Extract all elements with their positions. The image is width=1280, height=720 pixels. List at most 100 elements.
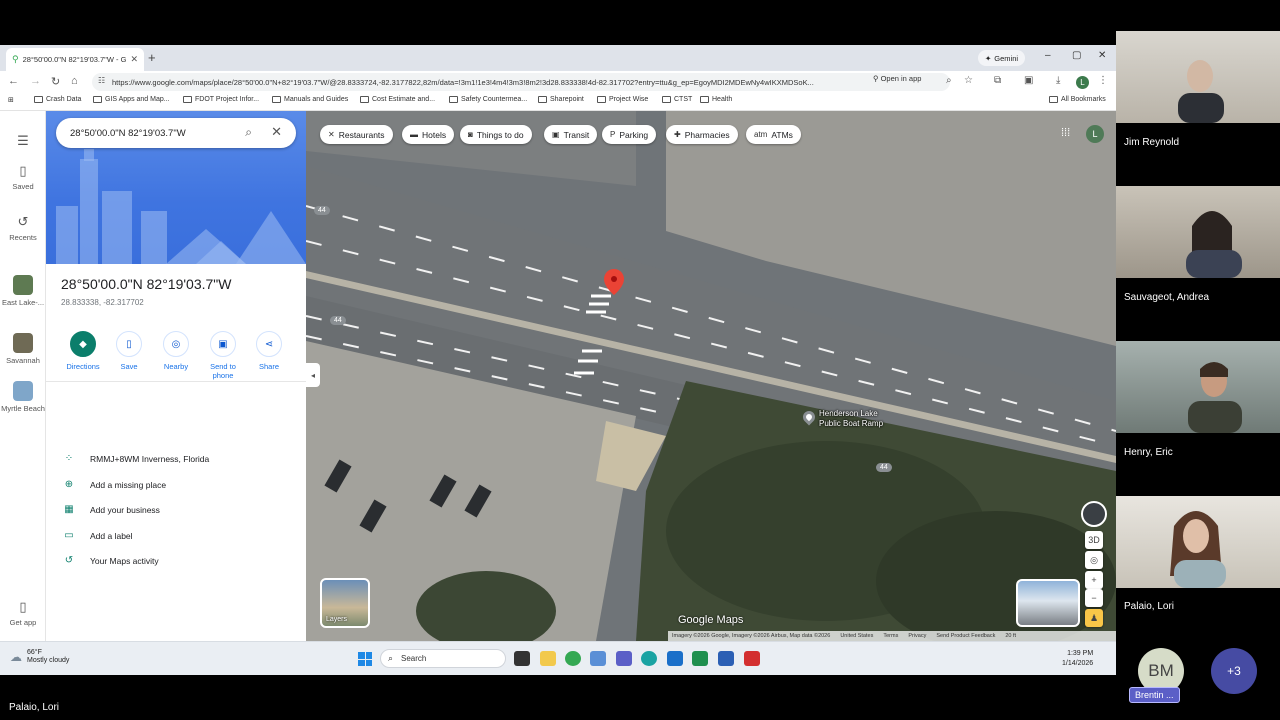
new-tab-button[interactable]: + xyxy=(148,50,156,65)
participant-video[interactable] xyxy=(1116,341,1280,433)
zoom-icon[interactable]: ⌕ xyxy=(946,75,952,86)
reload-icon[interactable]: ↻ xyxy=(51,75,60,88)
feedback-link[interactable]: Send Product Feedback xyxy=(936,633,995,639)
taskbar-search[interactable]: ⌕ Search xyxy=(380,649,506,668)
chip-pharmacies[interactable]: ✚ Pharmacies xyxy=(666,125,738,144)
star-icon[interactable]: ☆ xyxy=(964,75,973,86)
close-window-icon[interactable]: ✕ xyxy=(1098,50,1106,61)
participant-video[interactable] xyxy=(1116,31,1280,123)
chip-things-to-do[interactable]: ◙ Things to do xyxy=(460,125,532,144)
add-missing-place-row[interactable]: ⊕ Add a missing place xyxy=(62,479,166,490)
participant-video[interactable] xyxy=(1116,496,1280,588)
gemini-button[interactable]: ✦ Gemini xyxy=(978,50,1026,66)
info-text: Add your business xyxy=(90,504,160,515)
bookmarks-bar: ⊞ Crash Data GIS Apps and Map... FDOT Pr… xyxy=(0,93,1116,111)
bookmark-item[interactable]: Health xyxy=(700,96,732,103)
poi-label[interactable]: Henderson Lake Public Boat Ramp xyxy=(819,409,883,428)
outlook-icon[interactable] xyxy=(667,651,683,666)
account-avatar[interactable]: L xyxy=(1086,125,1104,143)
menu-dots-icon[interactable]: ⋮ xyxy=(1098,75,1108,86)
3d-toggle-button[interactable]: 3D xyxy=(1085,531,1103,549)
bookmark-item[interactable]: Crash Data xyxy=(34,96,81,103)
compass-icon[interactable] xyxy=(1081,501,1107,527)
bookmark-item[interactable]: Sharepoint xyxy=(538,96,584,103)
recents-button[interactable]: ↺ Recents xyxy=(0,214,46,242)
forward-icon[interactable]: → xyxy=(30,75,41,87)
pegman-icon[interactable]: ♟ xyxy=(1085,609,1103,627)
layers-button[interactable]: Layers xyxy=(320,578,370,628)
terms-link[interactable]: Terms xyxy=(883,633,898,639)
get-app-button[interactable]: ▯ Get app xyxy=(0,599,46,627)
bookmark-item[interactable]: Safety Countermea... xyxy=(449,96,527,103)
bookmark-item[interactable]: Project Wise xyxy=(597,96,648,103)
share-button[interactable]: ⋖ Share xyxy=(246,331,292,371)
menu-button[interactable]: ☰ xyxy=(0,133,46,152)
teams-icon[interactable] xyxy=(616,651,632,666)
home-icon[interactable]: ⌂ xyxy=(71,75,78,87)
street-view-thumbnail[interactable] xyxy=(1016,579,1080,627)
chip-label: Parking xyxy=(619,129,649,140)
maps-activity-row[interactable]: ↺ Your Maps activity xyxy=(62,555,159,566)
site-info-icon[interactable]: ☷ xyxy=(98,76,105,85)
saved-button[interactable]: ▯ Saved xyxy=(0,163,46,191)
chip-atms[interactable]: atm ATMs xyxy=(746,125,801,144)
chip-transit[interactable]: ▣ Transit xyxy=(544,125,598,144)
bookmark-item[interactable]: FDOT Project Infor... xyxy=(183,96,259,103)
system-clock[interactable]: 1:39 PM 1/14/2026 xyxy=(1062,649,1093,669)
nearby-button[interactable]: ◎ Nearby xyxy=(153,331,199,371)
chip-restaurants[interactable]: ✕ Restaurants xyxy=(320,125,393,144)
url-field[interactable]: ☷ https://www.google.com/maps/place/28°5… xyxy=(92,73,950,91)
weather-widget[interactable]: ☁ 66°F Mostly cloudy xyxy=(10,649,69,666)
snipping-tool-icon[interactable] xyxy=(590,651,606,666)
maximize-icon[interactable]: ▢ xyxy=(1072,50,1081,61)
chip-parking[interactable]: P Parking xyxy=(602,125,657,144)
file-explorer-icon[interactable] xyxy=(540,651,556,666)
chip-hotels[interactable]: ▬ Hotels xyxy=(402,125,455,144)
task-view-icon[interactable] xyxy=(514,651,530,666)
search-input[interactable]: 28°50'00.0"N 82°19'03.7"W ⌕ ✕ xyxy=(56,118,296,148)
bookmark-item[interactable]: GIS Apps and Map... xyxy=(93,96,170,103)
more-participants-button[interactable]: +3 xyxy=(1211,648,1257,694)
directions-button[interactable]: ◆ Directions xyxy=(60,331,106,371)
apps-grid-icon[interactable]: ⊞ xyxy=(8,96,14,104)
send-to-phone-button[interactable]: ▣ Send to phone xyxy=(200,331,246,380)
bookmark-item[interactable]: Cost Estimate and... xyxy=(360,96,435,103)
region-link[interactable]: United States xyxy=(840,633,873,639)
add-business-row[interactable]: ▦ Add your business xyxy=(62,504,160,515)
collapse-panel-button[interactable]: ◂ xyxy=(306,363,320,387)
bookmark-item[interactable]: CTST xyxy=(662,96,692,103)
bookmark-item[interactable]: Manuals and Guides xyxy=(272,96,348,103)
windows-start-icon[interactable] xyxy=(358,652,372,666)
recent-item[interactable]: Myrtle Beach xyxy=(0,381,46,413)
back-icon[interactable]: ← xyxy=(8,75,19,87)
minimize-icon[interactable]: – xyxy=(1045,50,1051,61)
edge-icon[interactable] xyxy=(641,651,657,666)
word-icon[interactable] xyxy=(718,651,734,666)
recent-item[interactable]: East Lake-... xyxy=(0,275,46,307)
google-apps-icon[interactable]: ⁞⁞⁞ xyxy=(1061,127,1070,139)
zoom-out-button[interactable]: − xyxy=(1085,589,1103,607)
my-location-icon[interactable]: ◎ xyxy=(1085,551,1103,569)
extensions-icon[interactable]: ⧉ xyxy=(994,75,1001,86)
acrobat-icon[interactable] xyxy=(744,651,760,666)
all-bookmarks[interactable]: All Bookmarks xyxy=(1049,96,1106,103)
participant-video[interactable] xyxy=(1116,186,1280,278)
add-label-row[interactable]: ▭ Add a label xyxy=(62,530,132,541)
save-button[interactable]: ▯ Save xyxy=(106,331,152,371)
browser-tab[interactable]: ⚲ 28°50'00.0"N 82°19'03.7"W - G ✕ xyxy=(6,48,144,71)
plus-code-row[interactable]: ⁘ RMMJ+8WM Inverness, Florida xyxy=(62,453,209,464)
close-icon[interactable]: ✕ xyxy=(271,124,282,140)
excel-icon[interactable] xyxy=(692,651,708,666)
recent-item[interactable]: Savannah xyxy=(0,333,46,365)
zoom-in-button[interactable]: + xyxy=(1085,571,1103,589)
privacy-link[interactable]: Privacy xyxy=(908,633,926,639)
close-tab-icon[interactable]: ✕ xyxy=(130,54,138,65)
split-view-icon[interactable]: ▣ xyxy=(1024,75,1033,86)
chrome-icon[interactable] xyxy=(565,651,581,666)
profile-avatar[interactable]: L xyxy=(1076,76,1089,89)
scale-label[interactable]: 20 ft xyxy=(1005,633,1016,639)
satellite-map[interactable]: 44 44 44 ✕ Restaurants ▬ Hotels ◙ Things to… xyxy=(306,111,1116,641)
download-icon[interactable]: ⤓ xyxy=(1056,75,1060,86)
open-in-app-button[interactable]: ⚲ Open in app xyxy=(873,74,921,83)
search-icon[interactable]: ⌕ xyxy=(245,125,252,140)
